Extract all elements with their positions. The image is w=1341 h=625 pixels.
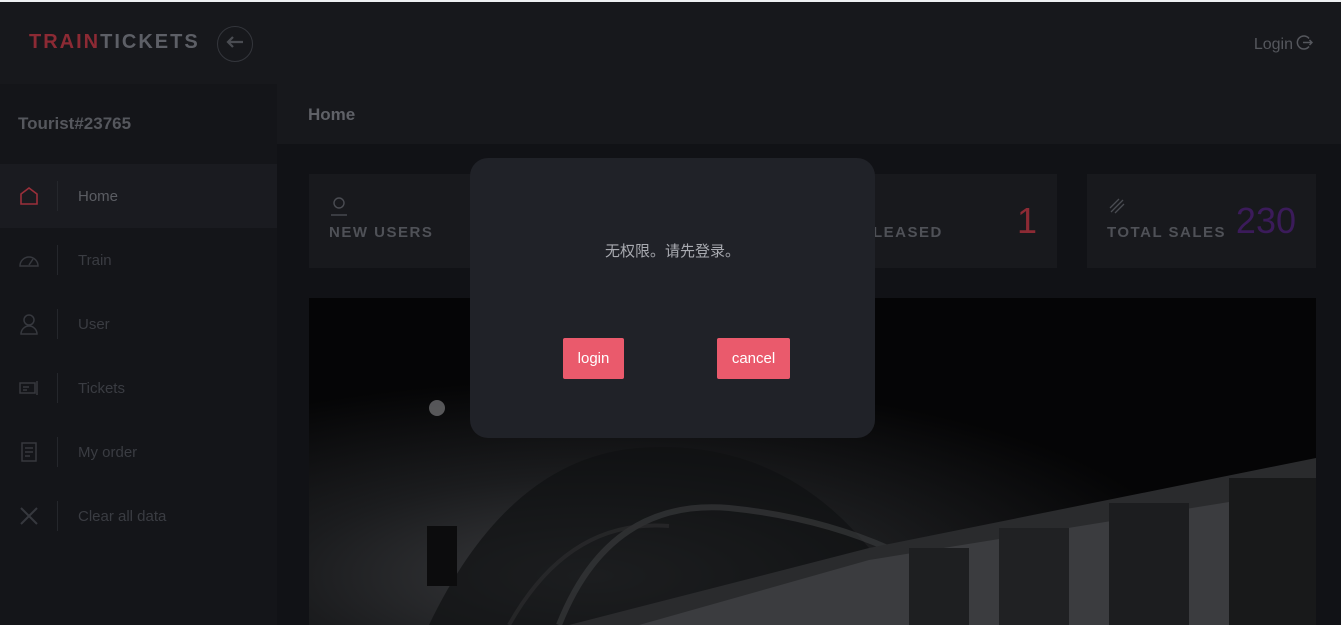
dialog-message: 无权限。请先登录。	[604, 242, 740, 260]
login-button[interactable]: login	[563, 338, 624, 379]
cancel-button[interactable]: cancel	[717, 338, 790, 379]
permission-dialog: 无权限。请先登录。 login cancel	[470, 158, 875, 438]
modal-overlay: 无权限。请先登录。 login cancel	[0, 0, 1341, 625]
